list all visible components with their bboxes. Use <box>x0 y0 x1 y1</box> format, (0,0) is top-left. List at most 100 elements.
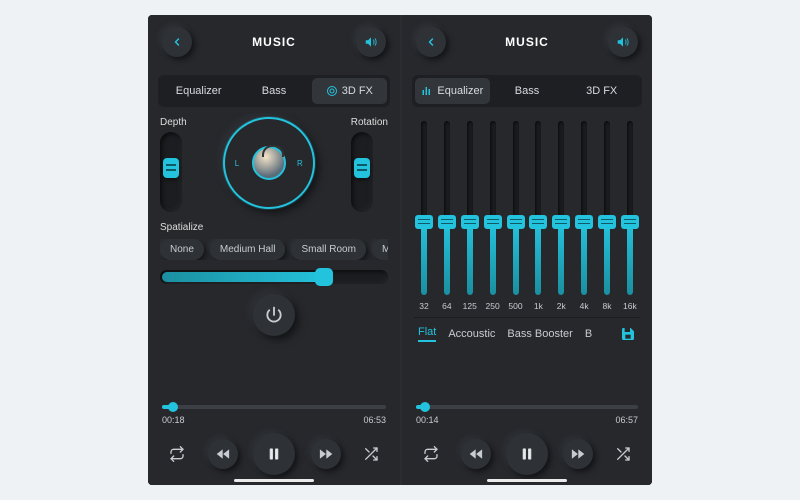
tab-bass[interactable]: Bass <box>236 78 311 104</box>
spatialize-option[interactable]: Medium Hall <box>210 239 286 260</box>
chevron-left-icon <box>171 36 183 48</box>
shuffle-icon <box>363 446 379 462</box>
pause-button[interactable] <box>506 433 548 475</box>
pause-button[interactable] <box>253 433 295 475</box>
repeat-icon <box>169 446 185 462</box>
eq-band-hz: 2k <box>557 301 566 311</box>
rewind-icon <box>469 447 483 461</box>
slider-thumb[interactable] <box>163 158 179 178</box>
slider-thumb[interactable] <box>484 215 502 229</box>
home-indicator[interactable] <box>234 479 314 482</box>
tab-bass[interactable]: Bass <box>490 78 565 104</box>
spatialize-slider[interactable] <box>160 270 388 284</box>
preset-option[interactable]: Bass Booster <box>507 328 572 340</box>
slider-thumb[interactable] <box>507 215 525 229</box>
preset-option[interactable]: Accoustic <box>448 328 495 340</box>
spatialize-option[interactable]: Small Room <box>291 239 365 260</box>
forward-icon <box>571 447 585 461</box>
power-button[interactable] <box>253 294 295 336</box>
time-elapsed: 00:14 <box>416 415 439 425</box>
progress-thumb[interactable] <box>420 402 430 412</box>
slider-thumb[interactable] <box>438 215 456 229</box>
eq-band[interactable]: 1k <box>528 121 548 311</box>
time-elapsed: 00:18 <box>162 415 185 425</box>
slider-thumb[interactable] <box>315 268 333 286</box>
eq-band[interactable]: 32 <box>414 121 434 311</box>
eq-band-hz: 8k <box>603 301 612 311</box>
dial-right-label: R <box>297 159 303 168</box>
time-total: 06:53 <box>363 415 386 425</box>
tab-3dfx[interactable]: 3D FX <box>312 78 387 104</box>
speaker-icon <box>364 35 378 49</box>
header: MUSIC <box>402 15 652 69</box>
slider-thumb[interactable] <box>598 215 616 229</box>
eq-band-hz: 500 <box>508 301 522 311</box>
home-indicator[interactable] <box>487 479 567 482</box>
eq-band-hz: 32 <box>419 301 428 311</box>
player: 00:14 06:57 <box>402 399 652 485</box>
eq-band[interactable]: 2k <box>551 121 571 311</box>
pause-icon <box>519 446 535 462</box>
slider-thumb[interactable] <box>621 215 639 229</box>
slider-thumb[interactable] <box>461 215 479 229</box>
spatial-dial[interactable]: L R <box>223 117 315 209</box>
preset-option[interactable]: B <box>585 328 592 340</box>
back-button[interactable] <box>416 27 446 57</box>
forward-button[interactable] <box>563 439 593 469</box>
shuffle-button[interactable] <box>608 439 638 469</box>
pause-icon <box>266 446 282 462</box>
eq-band[interactable]: 250 <box>483 121 503 311</box>
chevron-left-icon <box>425 36 437 48</box>
eq-band[interactable]: 500 <box>506 121 526 311</box>
slider-thumb[interactable] <box>529 215 547 229</box>
progress-thumb[interactable] <box>168 402 178 412</box>
eq-band[interactable]: 8k <box>597 121 617 311</box>
preset-option[interactable]: Flat <box>418 326 436 342</box>
eq-band[interactable]: 64 <box>437 121 457 311</box>
forward-button[interactable] <box>311 439 341 469</box>
depth-slider[interactable] <box>160 132 182 212</box>
eq-band[interactable]: 16k <box>620 121 640 311</box>
slider-thumb[interactable] <box>552 215 570 229</box>
preset-row[interactable]: Flat Accoustic Bass Booster B <box>414 317 640 350</box>
repeat-button[interactable] <box>162 439 192 469</box>
header: MUSIC <box>148 15 400 69</box>
sound-button[interactable] <box>356 27 386 57</box>
slider-thumb[interactable] <box>354 158 370 178</box>
tabs: Equalizer Bass 3D FX <box>158 75 390 107</box>
rewind-button[interactable] <box>208 439 238 469</box>
progress-bar[interactable] <box>416 405 638 409</box>
rewind-button[interactable] <box>461 439 491 469</box>
progress-bar[interactable] <box>162 405 386 409</box>
tab-3dfx[interactable]: 3D FX <box>564 78 639 104</box>
eq-band-hz: 125 <box>463 301 477 311</box>
eq-band-hz: 64 <box>442 301 451 311</box>
head-icon <box>252 146 286 180</box>
tab-equalizer[interactable]: Equalizer <box>415 78 490 104</box>
slider-thumb[interactable] <box>415 215 433 229</box>
repeat-icon <box>423 446 439 462</box>
depth-control: Depth <box>160 117 187 212</box>
spatialize-option[interactable]: None <box>160 239 204 260</box>
eq-sliders: 32 64 125 250 500 1k 2k 4k 8k 16k <box>414 121 640 311</box>
repeat-button[interactable] <box>416 439 446 469</box>
rotation-slider[interactable] <box>351 132 373 212</box>
eq-band[interactable]: 4k <box>574 121 594 311</box>
player: 00:18 06:53 <box>148 399 400 485</box>
spatialize-option[interactable]: Med <box>372 239 388 260</box>
tab-equalizer[interactable]: Equalizer <box>161 78 236 104</box>
spatialize-options[interactable]: None Medium HallSmall Room Med <box>160 239 388 260</box>
save-preset-button[interactable] <box>620 326 636 342</box>
dial-left-label: L <box>235 159 239 168</box>
slider-thumb[interactable] <box>575 215 593 229</box>
eq-band[interactable]: 125 <box>460 121 480 311</box>
shuffle-button[interactable] <box>356 439 386 469</box>
screen-3dfx: MUSIC Equalizer Bass 3D FX Depth <box>148 15 400 485</box>
eq-band-hz: 16k <box>623 301 637 311</box>
sound-button[interactable] <box>608 27 638 57</box>
rotation-label: Rotation <box>351 117 388 128</box>
eq-band-hz: 4k <box>580 301 589 311</box>
back-button[interactable] <box>162 27 192 57</box>
tabs: Equalizer Bass 3D FX <box>412 75 642 107</box>
page-title: MUSIC <box>505 35 549 49</box>
